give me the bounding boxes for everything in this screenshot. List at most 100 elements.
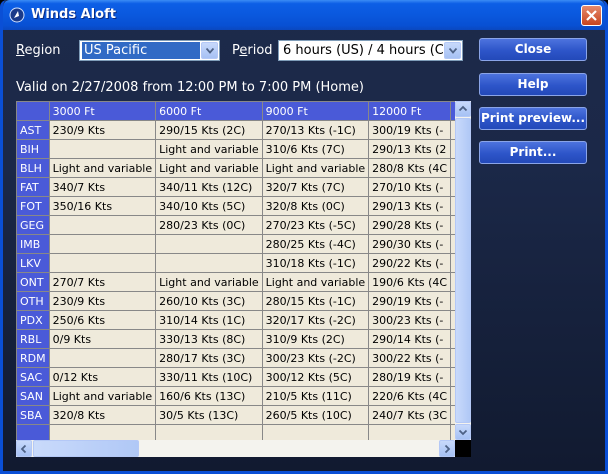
region-label: Region [16, 43, 61, 58]
period-label: Period [232, 43, 273, 58]
valid-period-text: Valid on 2/27/2008 from 12:00 PM to 7:00… [16, 80, 364, 95]
table-row[interactable]: LKV 310/18 Kts (-1C) 290/22 Kts (- [16, 253, 455, 273]
wind-cell: 280/19 Kts (- [368, 367, 452, 387]
vertical-scrollbar[interactable] [455, 101, 471, 440]
column-header[interactable]: 9000 Ft [261, 101, 370, 121]
column-header[interactable]: 12000 Ft [368, 101, 452, 121]
station-cell: SAN [16, 386, 50, 406]
table-row[interactable]: BLH Light and variable Light and variable L… [16, 158, 455, 178]
wind-cell: 330/11 Kts (10C) [155, 367, 263, 387]
wind-cell: 300/23 Kts (- [368, 310, 452, 330]
table-row[interactable]: IMB 280/25 Kts (-4C) 290/30 Kts (- [16, 234, 455, 254]
chevron-up-icon [458, 105, 468, 112]
wind-cell [261, 424, 370, 440]
wind-cell: Light and variable [261, 158, 370, 178]
wind-cell: 340/10 Kts (5C) [155, 196, 263, 216]
wind-cell: 0/9 Kts [48, 329, 157, 349]
wind-cell: 260/5 Kts (10C) [261, 405, 370, 425]
wind-cell: 210/5 Kts (11C) [261, 386, 370, 406]
chevron-right-icon [444, 444, 451, 454]
wind-cell: 280/15 Kts (-1C) [261, 291, 370, 311]
table-row[interactable]: SAN Light and variable 160/6 Kts (13C) 210/… [16, 386, 455, 406]
table-row[interactable]: SAC 0/12 Kts 330/11 Kts (10C) 300/12 Kts (5… [16, 367, 455, 387]
wind-cell: 270/10 Kts (- [368, 177, 452, 197]
winds-grid[interactable]: 3000 Ft 6000 Ft 9000 Ft 12000 Ft AST 230/9 K… [16, 101, 455, 440]
wind-cell: 290/13 Kts (2 [368, 139, 452, 159]
period-dropdown-button[interactable] [444, 42, 461, 59]
table-row[interactable]: ONT 270/7 Kts Light and variable Light and … [16, 272, 455, 292]
print-button[interactable]: Print... [479, 141, 587, 164]
wind-cell: Light and variable [48, 158, 157, 178]
wind-cell: 270/23 Kts (-5C) [261, 215, 370, 235]
station-cell: GEG [16, 215, 50, 235]
column-header[interactable]: 3000 Ft [48, 101, 157, 121]
scrollbar-corner [455, 440, 471, 457]
close-button[interactable]: Close [479, 38, 587, 61]
wind-cell: 320/17 Kts (-2C) [261, 310, 370, 330]
wind-cell: 290/19 Kts (- [368, 291, 452, 311]
wind-cell: 320/7 Kts (7C) [261, 177, 370, 197]
wind-cell: 260/10 Kts (3C) [155, 291, 263, 311]
table-row[interactable]: BIH Light and variable 310/6 Kts (7C) 290/1… [16, 139, 455, 159]
wind-cell: 300/23 Kts (-2C) [261, 348, 370, 368]
wind-cell: 30/5 Kts (13C) [155, 405, 263, 425]
period-select[interactable]: 6 hours (US) / 4 hours (CA) [278, 40, 463, 61]
table-row[interactable]: GEG 280/23 Kts (0C) 270/23 Kts (-5C) 290/28… [16, 215, 455, 235]
station-cell: RDM [16, 348, 50, 368]
wind-cell: 240/7 Kts (3C [368, 405, 452, 425]
station-cell: FOT [16, 196, 50, 216]
scroll-right-button[interactable] [439, 440, 455, 457]
table-row[interactable]: SBA 320/8 Kts 30/5 Kts (13C) 260/5 Kts (10C… [16, 405, 455, 425]
wind-cell [48, 253, 157, 273]
wind-cell [155, 424, 263, 440]
wind-cell: 190/6 Kts (4C [368, 272, 452, 292]
wind-cell: 310/6 Kts (7C) [261, 139, 370, 159]
station-cell: OTH [16, 291, 50, 311]
vertical-scroll-thumb[interactable] [455, 118, 471, 423]
scroll-left-button[interactable] [16, 440, 32, 457]
table-row[interactable] [16, 424, 455, 440]
station-cell: AST [16, 120, 50, 140]
wind-cell [155, 234, 263, 254]
window-close-button[interactable] [581, 5, 602, 26]
wind-cell: 220/6 Kts (4C [368, 386, 452, 406]
print-preview-button[interactable]: Print preview... [479, 107, 587, 130]
wind-cell: Light and variable [155, 158, 263, 178]
table-row[interactable]: FOT 350/16 Kts 340/10 Kts (5C) 320/8 Kts (0… [16, 196, 455, 216]
wind-cell: Light and variable [155, 139, 263, 159]
title-bar[interactable]: Winds Aloft [3, 0, 605, 30]
table-row[interactable]: AST 230/9 Kts 290/15 Kts (2C) 270/13 Kts (-… [16, 120, 455, 140]
wind-cell: 320/8 Kts [48, 405, 157, 425]
wind-cell: 280/8 Kts (4C [368, 158, 452, 178]
table-row[interactable]: OTH 230/9 Kts 260/10 Kts (3C) 280/15 Kts (-… [16, 291, 455, 311]
horizontal-scrollbar[interactable] [16, 440, 455, 457]
station-cell: LKV [16, 253, 50, 273]
wind-cell: 300/19 Kts (- [368, 120, 452, 140]
wind-cell: 310/9 Kts (2C) [261, 329, 370, 349]
table-row[interactable]: FAT 340/7 Kts 340/11 Kts (12C) 320/7 Kts (7… [16, 177, 455, 197]
wind-cell: 310/18 Kts (-1C) [261, 253, 370, 273]
chevron-down-icon [458, 429, 468, 436]
scroll-down-button[interactable] [455, 424, 471, 440]
station-cell: ONT [16, 272, 50, 292]
station-cell [16, 424, 50, 440]
help-button[interactable]: Help [479, 73, 587, 96]
period-select-value: 6 hours (US) / 4 hours (CA) [283, 43, 443, 58]
horizontal-scroll-thumb[interactable] [33, 440, 139, 457]
wind-cell: 290/30 Kts (- [368, 234, 452, 254]
region-select[interactable]: US Pacific [79, 40, 220, 61]
table-row[interactable]: RBL 0/9 Kts 330/13 Kts (8C) 310/9 Kts (2C) 2… [16, 329, 455, 349]
wind-cell: 290/13 Kts (- [368, 196, 452, 216]
region-dropdown-button[interactable] [201, 42, 218, 59]
scroll-up-button[interactable] [455, 101, 471, 117]
wind-cell [48, 215, 157, 235]
column-header[interactable]: 6000 Ft [155, 101, 263, 121]
table-row[interactable]: PDX 250/6 Kts 310/14 Kts (1C) 320/17 Kts (-… [16, 310, 455, 330]
wind-cell: 300/22 Kts (- [368, 348, 452, 368]
wind-cell: 290/14 Kts (- [368, 329, 452, 349]
table-row[interactable]: RDM 280/17 Kts (3C) 300/23 Kts (-2C) 300/22… [16, 348, 455, 368]
wind-cell: 270/7 Kts [48, 272, 157, 292]
wind-cell: 280/25 Kts (-4C) [261, 234, 370, 254]
wind-cell: 270/13 Kts (-1C) [261, 120, 370, 140]
station-cell: FAT [16, 177, 50, 197]
